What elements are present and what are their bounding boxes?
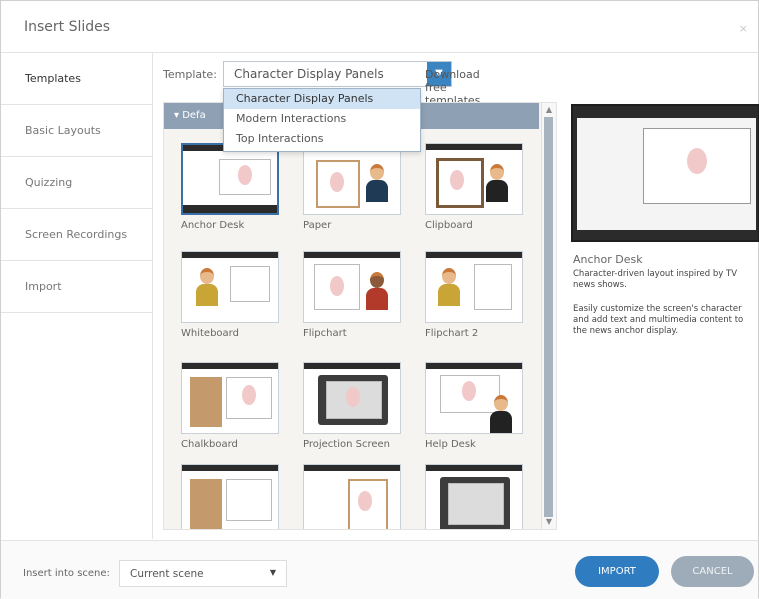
chevron-down-icon: ▼ <box>269 568 276 577</box>
sidebar-item-label: Screen Recordings <box>25 228 128 241</box>
template-thumbnail <box>181 143 279 215</box>
template-thumbnail <box>425 143 523 215</box>
tile-label: Paper <box>303 220 332 231</box>
template-tile-whiteboard[interactable]: Whiteboard <box>181 251 279 339</box>
template-thumbnail <box>303 143 401 215</box>
dialog-footer: Insert into scene: Current scene ▼ IMPOR… <box>1 540 758 599</box>
dropdown-option-modern-interactions[interactable]: Modern Interactions <box>224 109 420 129</box>
scroll-down-icon[interactable]: ▼ <box>543 516 555 528</box>
sidebar-item-label: Basic Layouts <box>25 124 101 137</box>
sidebar-item-templates[interactable]: Templates <box>1 53 152 105</box>
template-tile-help-desk[interactable]: Help Desk <box>425 362 523 450</box>
preview-detail: Easily customize the screen's character … <box>573 304 744 336</box>
import-button[interactable]: IMPORT <box>575 556 659 587</box>
template-tile[interactable] <box>425 464 523 529</box>
template-thumbnail <box>425 362 523 434</box>
template-thumbnail <box>303 464 401 529</box>
tile-label: Projection Screen <box>303 439 391 450</box>
insert-slides-dialog: Insert Slides × Templates Basic Layouts … <box>0 0 759 599</box>
template-thumbnail <box>303 251 401 323</box>
gallery-scrollbar[interactable]: ▲ ▼ <box>541 103 556 529</box>
template-label: Template: <box>163 68 217 81</box>
template-thumbnail <box>303 362 401 434</box>
template-thumbnail <box>181 464 279 529</box>
dialog-titlebar: Insert Slides × <box>1 1 758 53</box>
tile-label: Chalkboard <box>181 439 238 450</box>
template-dropdown: Character Display Panels Modern Interact… <box>223 88 421 152</box>
template-thumbnail <box>181 251 279 323</box>
sidebar-item-label: Quizzing <box>25 176 73 189</box>
scroll-up-icon[interactable]: ▲ <box>543 104 555 116</box>
tile-label: Clipboard <box>425 220 473 231</box>
tile-label: Anchor Desk <box>181 220 245 231</box>
sidebar-item-import[interactable]: Import <box>1 261 152 313</box>
template-tile-flipchart[interactable]: Flipchart <box>303 251 401 339</box>
insert-into-scene-label: Insert into scene: <box>23 568 110 579</box>
template-tile-anchor-desk[interactable]: Anchor Desk <box>181 143 279 231</box>
scroll-thumb[interactable] <box>544 117 553 517</box>
sidebar-item-label: Import <box>25 280 62 293</box>
sidebar: Templates Basic Layouts Quizzing Screen … <box>1 53 153 539</box>
template-thumbnail <box>181 362 279 434</box>
template-thumbnail <box>425 251 523 323</box>
template-tile-chalkboard[interactable]: Chalkboard <box>181 362 279 450</box>
scene-select-value: Current scene <box>130 568 204 580</box>
close-icon[interactable]: × <box>739 22 748 35</box>
scene-select[interactable]: Current scene ▼ <box>119 560 287 587</box>
template-select-value: Character Display Panels <box>234 67 384 81</box>
template-tile-clipboard[interactable]: Clipboard <box>425 143 523 231</box>
template-tile[interactable] <box>181 464 279 529</box>
sidebar-item-quizzing[interactable]: Quizzing <box>1 157 152 209</box>
template-thumbnail <box>425 464 523 529</box>
template-gallery: ▾ Defa Anchor Desk Paper Clipboard White… <box>163 102 557 530</box>
sidebar-item-basic-layouts[interactable]: Basic Layouts <box>1 105 152 157</box>
tile-label: Help Desk <box>425 439 476 450</box>
template-tile-paper[interactable]: Paper <box>303 143 401 231</box>
template-preview <box>571 104 759 242</box>
preview-title: Anchor Desk <box>573 253 643 266</box>
dropdown-option-top-interactions[interactable]: Top Interactions <box>224 129 420 149</box>
dropdown-option-character-display-panels[interactable]: Character Display Panels <box>224 89 420 109</box>
template-select[interactable]: Character Display Panels ▼ <box>223 61 452 87</box>
tile-label: Whiteboard <box>181 328 239 339</box>
sidebar-item-screen-recordings[interactable]: Screen Recordings <box>1 209 152 261</box>
tile-label: Flipchart <box>303 328 347 339</box>
template-tile[interactable] <box>303 464 401 529</box>
template-tile-projection-screen[interactable]: Projection Screen <box>303 362 401 450</box>
sidebar-item-label: Templates <box>25 72 81 85</box>
template-tile-flipchart-2[interactable]: Flipchart 2 <box>425 251 523 339</box>
dialog-title: Insert Slides <box>24 19 111 35</box>
tile-label: Flipchart 2 <box>425 328 479 339</box>
preview-description: Character-driven layout inspired by TV n… <box>573 269 738 290</box>
cancel-button[interactable]: CANCEL <box>671 556 754 587</box>
